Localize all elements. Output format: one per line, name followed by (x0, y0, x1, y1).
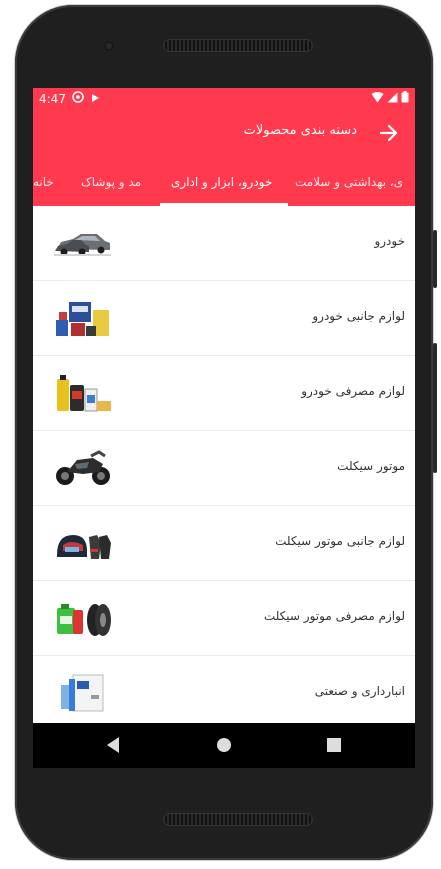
motorcycle-accessories-icon (53, 521, 113, 565)
tab-health[interactable]: ی، بهداشتی و سلامت (295, 175, 403, 189)
car-accessories-icon (53, 296, 113, 340)
nav-home-icon[interactable] (216, 737, 232, 757)
list-item[interactable]: موتور سیکلت (33, 431, 415, 506)
arrow-right-icon[interactable] (377, 121, 401, 145)
tab-fashion[interactable]: مد و پوشاک (81, 175, 141, 189)
sync-icon (72, 91, 84, 106)
bottom-speaker (163, 813, 313, 826)
status-bar: 4:47 (33, 88, 415, 109)
status-time: 4:47 (39, 91, 66, 106)
list-item[interactable]: انبارداری و صنعتی (33, 656, 415, 731)
industrial-icon (53, 671, 113, 715)
app-bar: دسته بندی محصولات (33, 109, 415, 158)
list-item[interactable]: لوازم جانبی خودرو (33, 281, 415, 356)
tab-home[interactable]: خانه (33, 175, 54, 189)
system-nav-bar (33, 723, 415, 768)
signal-icon (387, 92, 398, 106)
nav-recents-icon[interactable] (326, 737, 342, 757)
screen: 4:47 دسته بندی محصولات خانه مد و پوشاک خ… (33, 88, 415, 768)
front-camera (104, 41, 114, 51)
page-title: دسته بندی محصولات (243, 123, 357, 138)
battery-icon (401, 91, 409, 106)
tab-auto-tools-office[interactable]: خودرو، ابزار و اداری (171, 175, 272, 189)
wifi-icon (371, 91, 384, 106)
category-label: خودرو (374, 234, 405, 248)
car-icon (53, 221, 113, 265)
nav-back-icon[interactable] (105, 736, 121, 758)
list-item[interactable]: خودرو (33, 206, 415, 281)
list-item[interactable]: لوازم مصرفی موتور سیکلت (33, 581, 415, 656)
car-consumables-icon (53, 371, 113, 415)
category-label: لوازم جانبی موتور سیکلت (275, 534, 405, 548)
volume-button (433, 343, 437, 473)
power-button (433, 230, 437, 288)
category-label: لوازم جانبی خودرو (312, 309, 405, 323)
top-speaker (163, 39, 313, 52)
category-label: لوازم مصرفی موتور سیکلت (263, 609, 405, 623)
category-label: موتور سیکلت (337, 459, 405, 473)
play-icon (90, 92, 100, 106)
list-item[interactable]: لوازم مصرفی خودرو (33, 356, 415, 431)
category-label: لوازم مصرفی خودرو (301, 384, 405, 398)
category-list: خودرو لوازم جانبی خودرو لوازم مصرفی خودر… (33, 206, 415, 731)
category-tabs: خانه مد و پوشاک خودرو، ابزار و اداری ی، … (33, 158, 415, 206)
motorcycle-consumables-icon (53, 596, 113, 640)
category-label: انبارداری و صنعتی (314, 684, 405, 698)
motorcycle-icon (53, 446, 113, 490)
list-item[interactable]: لوازم جانبی موتور سیکلت (33, 506, 415, 581)
